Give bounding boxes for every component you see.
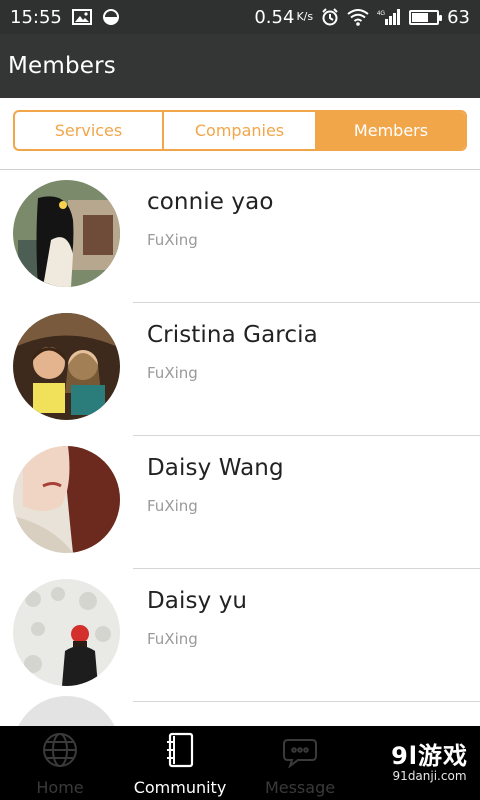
member-name: Cristina Garcia xyxy=(147,322,318,348)
member-name: Daisy Wang xyxy=(147,455,284,481)
nav-home[interactable]: Home xyxy=(0,726,120,800)
nav-label: Home xyxy=(36,778,84,797)
avatar[interactable] xyxy=(13,579,120,686)
member-company: FuXing xyxy=(147,364,198,382)
nav-label: Message xyxy=(264,778,336,797)
status-left: 15:55 xyxy=(10,7,120,28)
app-header: Members xyxy=(0,34,480,98)
gallery-icon xyxy=(71,9,92,25)
chat-icon xyxy=(282,732,318,772)
status-time: 15:55 xyxy=(10,6,62,28)
tab-services[interactable]: Services xyxy=(15,112,164,149)
member-list: connie yao FuXing Cristina Garcia FuXing xyxy=(0,170,480,726)
battery-level: 63 xyxy=(447,6,470,28)
member-row-daisy-wang[interactable]: Daisy Wang FuXing xyxy=(0,436,480,569)
member-name: Daisy yu xyxy=(147,588,248,614)
segmented-tabs: Services Companies Members xyxy=(13,110,467,151)
member-company: FuXing xyxy=(147,231,198,249)
alarm-icon xyxy=(321,8,339,26)
status-right: 0.54 K/s 4G 63 xyxy=(254,7,470,28)
member-row-daisy-yu[interactable]: Daisy yu FuXing xyxy=(0,569,480,702)
globe-icon xyxy=(42,732,78,772)
watermark-logo: 9l游戏 xyxy=(391,742,468,770)
network-speed-unit: K/s xyxy=(296,9,314,23)
nav-community[interactable]: Community xyxy=(120,726,240,800)
battery-icon xyxy=(409,9,443,25)
watermark-url: 91danji.com xyxy=(392,769,467,783)
sync-icon xyxy=(102,8,120,26)
page-title: Members xyxy=(8,53,116,79)
nav-label: Community xyxy=(133,778,227,797)
wifi-icon xyxy=(347,8,369,26)
signal-icon: 4G xyxy=(377,8,401,26)
battery-fill xyxy=(412,12,429,22)
member-row-cristina-garcia[interactable]: Cristina Garcia FuXing xyxy=(0,303,480,436)
network-type: 4G xyxy=(377,11,385,17)
tab-members[interactable]: Members xyxy=(317,112,465,149)
avatar[interactable] xyxy=(13,180,120,287)
member-row-partial[interactable] xyxy=(0,696,480,726)
network-speed-value: 0.54 xyxy=(254,6,295,28)
tab-companies[interactable]: Companies xyxy=(164,112,317,149)
avatar[interactable] xyxy=(13,446,120,553)
member-company: FuXing xyxy=(147,497,198,515)
avatar[interactable] xyxy=(13,313,120,420)
watermark: 9l游戏 91danji.com xyxy=(391,736,468,783)
member-name: connie yao xyxy=(147,189,274,215)
status-bar: 15:55 0.54 K/s 4G 63 xyxy=(0,0,480,34)
nav-message[interactable]: Message xyxy=(240,726,360,800)
notebook-icon xyxy=(162,732,198,772)
member-company: FuXing xyxy=(147,630,198,648)
member-row-connie-yao[interactable]: connie yao FuXing xyxy=(0,170,480,303)
network-speed: 0.54 K/s xyxy=(254,7,313,28)
